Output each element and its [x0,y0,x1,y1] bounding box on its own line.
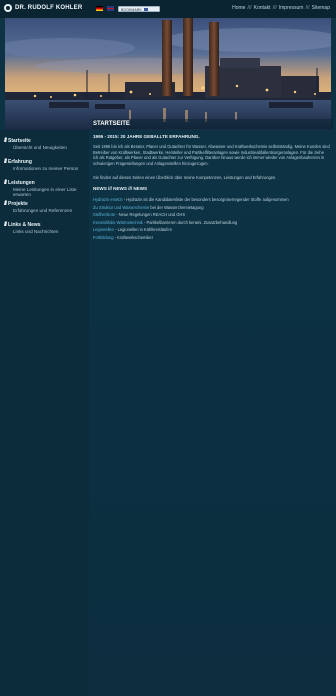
news-text: bei der Wasserchemietagung [149,204,204,210]
sidebar-item-leistungen[interactable]: ///Leistungen Meine Leistungen in einer … [4,180,88,197]
news-link[interactable]: Legionellen [93,227,114,232]
language-switcher [96,6,114,11]
intro-heading: 1995 - 2015: 20 JAHRE GEBALLTE ERFAHRUNG… [93,134,200,139]
sidebar-item-subtitle: Informationen zu meiner Person [13,166,79,171]
top-navigation: Home /// Kontakt /// Impressum /// Sitem… [232,5,330,11]
news-item: Keramikfolie Wärmetechnik - Partikelbarr… [93,219,330,227]
slashes-icon: /// [4,180,7,186]
news-item: Legionellen - Legionellen in Kühlkreislä… [93,226,330,234]
news-list: Hydrazin ersetzt - Hydrazin ist die Kand… [93,196,330,242]
news-heading: NEWS /// NEWS /// NEWS [93,186,148,191]
news-text: - Kraftwerkschemiker [113,234,154,240]
news-link[interactable]: Stoffverbote [93,212,115,217]
sidebar-item-subtitle: Erfahrungen und Referenzen [13,208,73,213]
sidebar-item-title: Erfahrung [8,159,32,165]
logo-text: DR. RUDOLF KOHLER [15,5,83,11]
facebook-icon [143,8,148,11]
news-link[interactable]: Keramikfolie Wärmetechnik [93,220,143,225]
nav-kontakt[interactable]: Kontakt [254,5,271,11]
english-flag-icon[interactable] [107,6,114,11]
news-link[interactable]: Hydrazin ersetzt [93,197,123,202]
nav-home[interactable]: Home [232,5,245,11]
sidebar-item-links-news[interactable]: ///Links & News Links und Nachrichten [4,222,88,234]
sidebar-item-erfahrung[interactable]: ///Erfahrung Informationen zu meiner Per… [4,159,88,171]
nav-separator: /// [272,5,277,11]
news-link[interactable]: Zu Struktur und Wasserchemie [93,205,149,210]
nav-impressum[interactable]: Impressum [279,5,304,11]
sidebar-item-startseite[interactable]: ///Startseite Übersicht und Neuigkeiten [4,138,88,150]
sidebar-item-title: Projekte [8,201,28,207]
slashes-icon: /// [4,159,7,165]
nav-sitemap[interactable]: Sitemap [312,5,330,11]
news-item: Hydrazin ersetzt - Hydrazin ist die Kand… [93,196,330,204]
news-item: Zu Struktur und Wasserchemie bei der Was… [93,204,330,212]
sidebar-item-subtitle: Meine Leistungen in einer Liste erwarten [13,187,77,197]
news-text: - Hydrazin ist die Kandidatenliste der b… [122,197,289,202]
power-plant-night-photo [5,18,331,130]
sidebar-item-title: Links & News [8,222,41,228]
sidebar-item-subtitle: Links und Nachrichten [13,229,59,234]
intro-text: Seit 1995 bin ich als Berater, Planer un… [93,144,330,166]
nav-separator: /// [247,5,252,11]
page-title: STARTSEITE [92,119,333,129]
news-text: - Partikelbarrieren durch kerami. Zusatz… [142,219,238,225]
bookmark-share-button[interactable]: BOOKMARK [118,6,160,12]
slashes-icon: /// [4,222,7,228]
logo-icon [4,4,12,12]
intro-text-2: Sie finden auf diesen Seiten einen Überb… [93,175,277,180]
header: DR. RUDOLF KOHLER BOOKMARK Home /// Kont… [0,0,336,18]
hero-image [5,18,331,130]
news-text: - Legionellen in Kühlkreisläufen [113,227,172,233]
page: DR. RUDOLF KOHLER BOOKMARK Home /// Kont… [0,0,336,696]
sidebar-item-title: Leistungen [8,180,35,186]
news-item: Stoffverbote - Neue Regelungen REACH und… [93,211,330,219]
sidebar: ///Startseite Übersicht und Neuigkeiten … [0,130,89,696]
news-item: Fortbildung - Kraftwerkschemiker [93,234,330,242]
news-text: - Neue Regelungen REACH und GHS [115,212,186,218]
slashes-icon: /// [4,201,7,207]
sidebar-item-subtitle: Übersicht und Neuigkeiten [13,145,67,150]
sidebar-item-projekte[interactable]: ///Projekte Erfahrungen und Referenzen [4,201,88,213]
slashes-icon: /// [4,138,7,144]
sidebar-item-title: Startseite [8,138,31,144]
german-flag-icon[interactable] [96,6,103,11]
nav-separator: /// [305,5,310,11]
bookmark-label: BOOKMARK [121,8,142,12]
logo[interactable]: DR. RUDOLF KOHLER [4,4,82,12]
news-link[interactable]: Fortbildung [93,235,113,240]
